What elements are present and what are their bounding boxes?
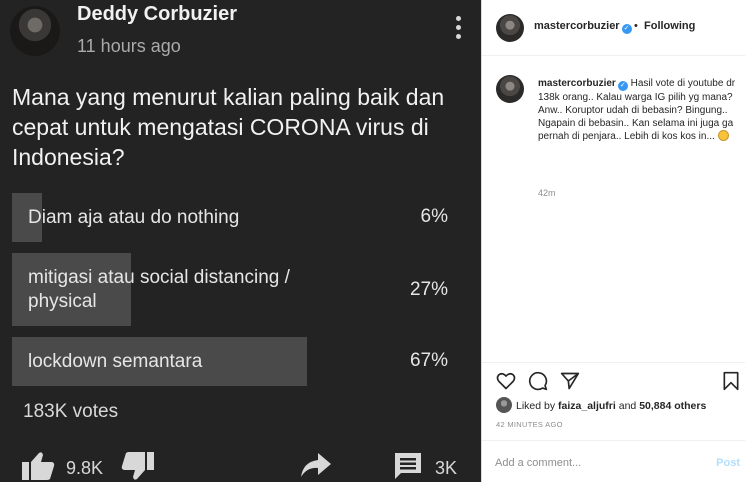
action-bar <box>482 362 745 392</box>
comment-count: 3K <box>435 458 458 478</box>
liked-by-prefix: Liked by <box>516 400 556 412</box>
avatar[interactable] <box>496 75 524 103</box>
poll-option-percent: 67% <box>409 350 448 371</box>
vote-count: 183K votes <box>23 401 119 422</box>
instagram-post-panel: mastercorbuzier ✓ • Following mastercorbu… <box>481 0 745 482</box>
post-date[interactable]: 42 MINUTES AGO <box>496 420 563 429</box>
post-time[interactable]: 11 hours ago <box>77 36 181 57</box>
username[interactable]: mastercorbuzier ✓ <box>534 20 632 34</box>
poll-question: Mana yang menurut kalian paling baik dan… <box>12 84 445 170</box>
avatar <box>496 397 512 413</box>
channel-avatar[interactable] <box>10 6 60 56</box>
add-comment-bar: Add a comment... Post <box>482 440 745 482</box>
poll-option-label: mitigasi atau social distancing / physic… <box>28 267 290 312</box>
comment-bubble-icon[interactable] <box>528 371 548 391</box>
heart-icon[interactable] <box>496 371 516 391</box>
poll-option-percent: 6% <box>420 206 448 227</box>
separator-dot: • <box>634 20 638 32</box>
poll-option[interactable]: mitigasi atau social distancing / physic… <box>12 253 452 326</box>
grinning-emoji-icon <box>717 130 729 141</box>
send-icon[interactable] <box>560 371 580 391</box>
post-button[interactable]: Post <box>716 457 740 469</box>
thumbs-down-icon[interactable] <box>121 451 155 481</box>
bookmark-icon[interactable] <box>722 371 740 391</box>
poll-option-percent: 27% <box>409 279 448 300</box>
like-count: 9.8K <box>66 458 104 478</box>
comment-icon[interactable] <box>393 451 423 481</box>
liked-by-user[interactable]: faiza_aljufri <box>558 400 616 412</box>
share-icon[interactable] <box>300 451 332 479</box>
channel-name[interactable]: Deddy Corbuzier <box>77 3 237 26</box>
poll-option[interactable]: lockdown semantara 67% <box>12 337 452 386</box>
verified-icon: ✓ <box>621 24 632 34</box>
thumbs-up-icon[interactable] <box>21 451 55 481</box>
caption-text: mastercorbuzier ✓ Hasil vote di youtube d… <box>538 77 738 143</box>
poll-option-label: lockdown semantara <box>28 351 203 372</box>
poll-option[interactable]: Diam aja atau do nothing 6% <box>12 193 452 242</box>
likes-summary: Liked by faiza_aljufri and 50,884 others <box>496 397 706 413</box>
avatar[interactable] <box>496 14 524 42</box>
username-text[interactable]: mastercorbuzier <box>534 20 620 32</box>
youtube-community-post: Deddy Corbuzier 11 hours ago Mana yang m… <box>0 0 481 482</box>
caption-time: 42m <box>538 188 556 198</box>
comment-input[interactable]: Add a comment... <box>495 457 581 469</box>
poll-option-label: Diam aja atau do nothing <box>28 207 240 228</box>
liked-by-and: and <box>618 400 637 412</box>
more-vert-icon[interactable] <box>452 14 466 42</box>
verified-icon: ✓ <box>617 81 628 91</box>
caption-username[interactable]: mastercorbuzier <box>538 78 616 89</box>
liked-by-others[interactable]: 50,884 others <box>639 400 706 412</box>
following-button[interactable]: Following <box>644 20 695 32</box>
post-header: mastercorbuzier ✓ • Following <box>482 0 745 56</box>
